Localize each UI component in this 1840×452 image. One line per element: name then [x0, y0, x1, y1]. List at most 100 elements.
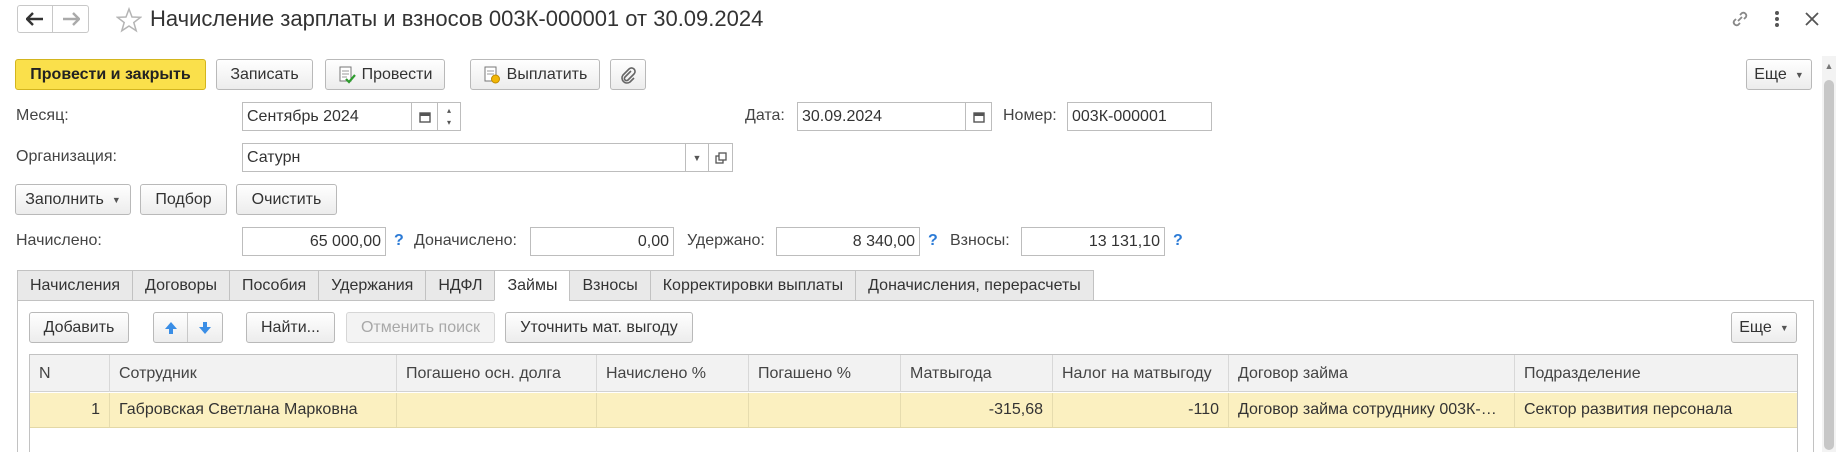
attachments-button[interactable] — [610, 59, 646, 90]
column-header-n[interactable]: N — [30, 355, 110, 392]
page-title: Начисление зарплаты и взносов 003К-00000… — [150, 6, 764, 31]
accrued-label: Начислено: — [16, 232, 102, 249]
more-button-label: Еще — [1754, 65, 1787, 83]
column-header-department[interactable]: Подразделение — [1515, 355, 1797, 392]
arrow-down-icon — [199, 321, 211, 334]
column-header-material-benefit[interactable]: Матвыгода — [901, 355, 1053, 392]
tab-deductions[interactable]: Удержания — [318, 270, 426, 301]
cell-employee: Габровская Светлана Марковна — [110, 393, 397, 427]
additional-label: Доначислено: — [414, 232, 517, 249]
column-header-benefit-tax[interactable]: Налог на матвыгоду — [1053, 355, 1229, 392]
organization-input[interactable]: Сатурн — [242, 143, 686, 172]
cell-loan-contract: Договор займа сотруднику 003К-… — [1229, 393, 1515, 427]
accrued-value: 65 000,00 — [242, 227, 386, 256]
table-row[interactable]: 1 Габровская Светлана Марковна -315,68 -… — [30, 393, 1797, 428]
save-button[interactable]: Записать — [216, 59, 313, 90]
scroll-up-icon[interactable]: ▲ — [1822, 56, 1836, 76]
cell-benefit-tax: -110 — [1053, 393, 1229, 427]
arrow-left-icon — [26, 12, 43, 26]
more-menu-button[interactable] — [1764, 6, 1790, 32]
date-label: Дата: — [745, 107, 785, 124]
calendar-icon — [972, 111, 985, 123]
link-icon — [1732, 11, 1748, 27]
additional-value: 0,00 — [530, 227, 674, 256]
scrollbar-thumb[interactable] — [1824, 80, 1834, 450]
close-icon — [1805, 12, 1819, 26]
column-header-principal-repaid[interactable]: Погашено осн. долга — [397, 355, 597, 392]
month-stepper[interactable]: ▴ ▾ — [438, 102, 461, 131]
organization-dropdown-button[interactable]: ▼ — [686, 143, 709, 172]
loans-table: N Сотрудник Погашено осн. долга Начислен… — [29, 354, 1798, 452]
date-input[interactable]: 30.09.2024 — [797, 102, 966, 131]
date-calendar-button[interactable] — [966, 102, 992, 131]
move-buttons — [153, 312, 223, 343]
tab-loans[interactable]: Займы — [494, 270, 570, 301]
fill-button[interactable]: Заполнить ▼ — [15, 184, 131, 215]
pay-document-icon — [484, 66, 500, 83]
contributions-label: Взносы: — [950, 232, 1010, 249]
column-header-loan-contract[interactable]: Договор займа — [1229, 355, 1515, 392]
open-form-icon — [714, 151, 727, 164]
fill-button-label: Заполнить — [25, 190, 104, 208]
chevron-down-icon: ▼ — [1779, 322, 1789, 333]
post-button[interactable]: Провести — [325, 59, 445, 90]
chevron-down-icon: ▼ — [692, 152, 702, 163]
link-button[interactable] — [1727, 6, 1753, 32]
pay-button-label: Выплатить — [506, 65, 588, 83]
select-button[interactable]: Подбор — [140, 184, 227, 215]
refine-benefit-button[interactable]: Уточнить мат. выгоду — [505, 312, 693, 343]
vertical-dots-icon — [1775, 11, 1779, 27]
chevron-down-icon: ▾ — [446, 117, 451, 127]
column-header-interest-accrued[interactable]: Начислено % — [597, 355, 749, 392]
tab-ndfl[interactable]: НДФЛ — [425, 270, 495, 301]
help-icon[interactable]: ? — [394, 231, 404, 251]
cell-interest-repaid — [749, 393, 901, 427]
column-header-interest-repaid[interactable]: Погашено % — [749, 355, 901, 392]
cancel-search-button[interactable]: Отменить поиск — [346, 312, 495, 343]
withheld-value: 8 340,00 — [776, 227, 920, 256]
arrow-right-icon — [62, 12, 80, 26]
more-button[interactable]: Еще ▼ — [1746, 59, 1812, 90]
tab-payment-adjustments[interactable]: Корректировки выплаты — [649, 270, 856, 301]
favorite-star-button[interactable] — [115, 6, 143, 33]
chevron-up-icon: ▴ — [446, 105, 451, 115]
cell-interest-accrued — [597, 393, 749, 427]
tab-contracts[interactable]: Договоры — [132, 270, 229, 301]
column-header-employee[interactable]: Сотрудник — [110, 355, 397, 392]
help-icon[interactable]: ? — [1173, 231, 1183, 251]
add-row-button[interactable]: Добавить — [29, 312, 129, 343]
table-more-button[interactable]: Еще ▼ — [1731, 312, 1797, 343]
contributions-value: 13 131,10 — [1021, 227, 1165, 256]
tab-benefits[interactable]: Пособия — [228, 270, 319, 301]
move-up-button[interactable] — [154, 313, 189, 342]
vertical-scrollbar[interactable]: ▲ — [1822, 56, 1836, 452]
organization-label: Организация: — [16, 148, 117, 165]
paperclip-icon — [621, 66, 636, 84]
organization-open-button[interactable] — [709, 143, 733, 172]
post-and-close-button[interactable]: Провести и закрыть — [15, 59, 206, 90]
tab-recalculations[interactable]: Доначисления, перерасчеты — [855, 270, 1094, 301]
calendar-icon — [418, 111, 431, 123]
table-more-label: Еще — [1739, 318, 1772, 336]
help-icon[interactable]: ? — [928, 231, 938, 251]
chevron-down-icon: ▼ — [1794, 69, 1804, 80]
post-document-icon — [339, 66, 356, 84]
close-button[interactable] — [1799, 6, 1825, 32]
post-button-label: Провести — [361, 65, 433, 83]
arrow-up-icon — [164, 321, 177, 334]
month-calendar-button[interactable] — [412, 102, 438, 131]
withheld-label: Удержано: — [687, 232, 765, 249]
month-label: Месяц: — [16, 107, 69, 124]
forward-button[interactable] — [53, 5, 89, 33]
clear-button[interactable]: Очистить — [236, 184, 337, 215]
month-input[interactable]: Сентябрь 2024 — [242, 102, 412, 131]
cell-principal-repaid — [397, 393, 597, 427]
back-button[interactable] — [17, 5, 53, 33]
table-header: N Сотрудник Погашено осн. долга Начислен… — [30, 355, 1797, 392]
number-input[interactable]: 003К-000001 — [1067, 102, 1212, 131]
find-button[interactable]: Найти... — [246, 312, 335, 343]
tab-accruals[interactable]: Начисления — [17, 270, 133, 301]
move-down-button[interactable] — [188, 313, 222, 342]
pay-button[interactable]: Выплатить — [470, 59, 600, 90]
tab-contributions[interactable]: Взносы — [569, 270, 650, 301]
